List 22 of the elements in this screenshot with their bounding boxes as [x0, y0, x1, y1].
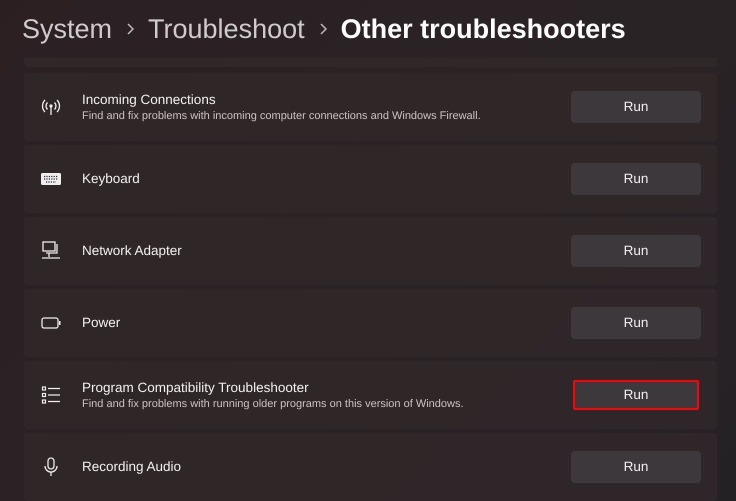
troubleshooter-title: Power [82, 314, 122, 332]
antenna-icon [41, 97, 61, 117]
list-icon [41, 385, 61, 405]
run-button[interactable]: Run [571, 235, 701, 267]
breadcrumb-link[interactable]: Troubleshoot [148, 8, 305, 50]
troubleshooter-title: Network Adapter [82, 242, 183, 260]
chevron-icon [318, 23, 327, 35]
run-button[interactable]: Run [571, 163, 701, 195]
troubleshooter-description: Find and fix problems with running older programs on this version of Windows. [82, 396, 465, 412]
run-button[interactable]: Run [571, 307, 701, 339]
run-button[interactable]: Run [571, 451, 701, 483]
troubleshooter-title: Keyboard [82, 170, 141, 188]
run-button[interactable]: Run [571, 91, 701, 123]
troubleshooter-title: Recording Audio [82, 458, 182, 476]
page-title: Other troubleshooters [340, 12, 626, 46]
computer-network-icon [41, 241, 61, 261]
chevron-icon [126, 23, 134, 35]
troubleshooter-title: Program Compatibility Troubleshooter [82, 378, 310, 396]
run-button[interactable]: Run [573, 380, 699, 410]
troubleshooter-description: Find and fix problems with incoming computer connections and Windows Firewall. [82, 108, 482, 124]
breadcrumb-link[interactable]: System [22, 8, 112, 50]
troubleshooter-title: Incoming Connections [82, 90, 217, 108]
